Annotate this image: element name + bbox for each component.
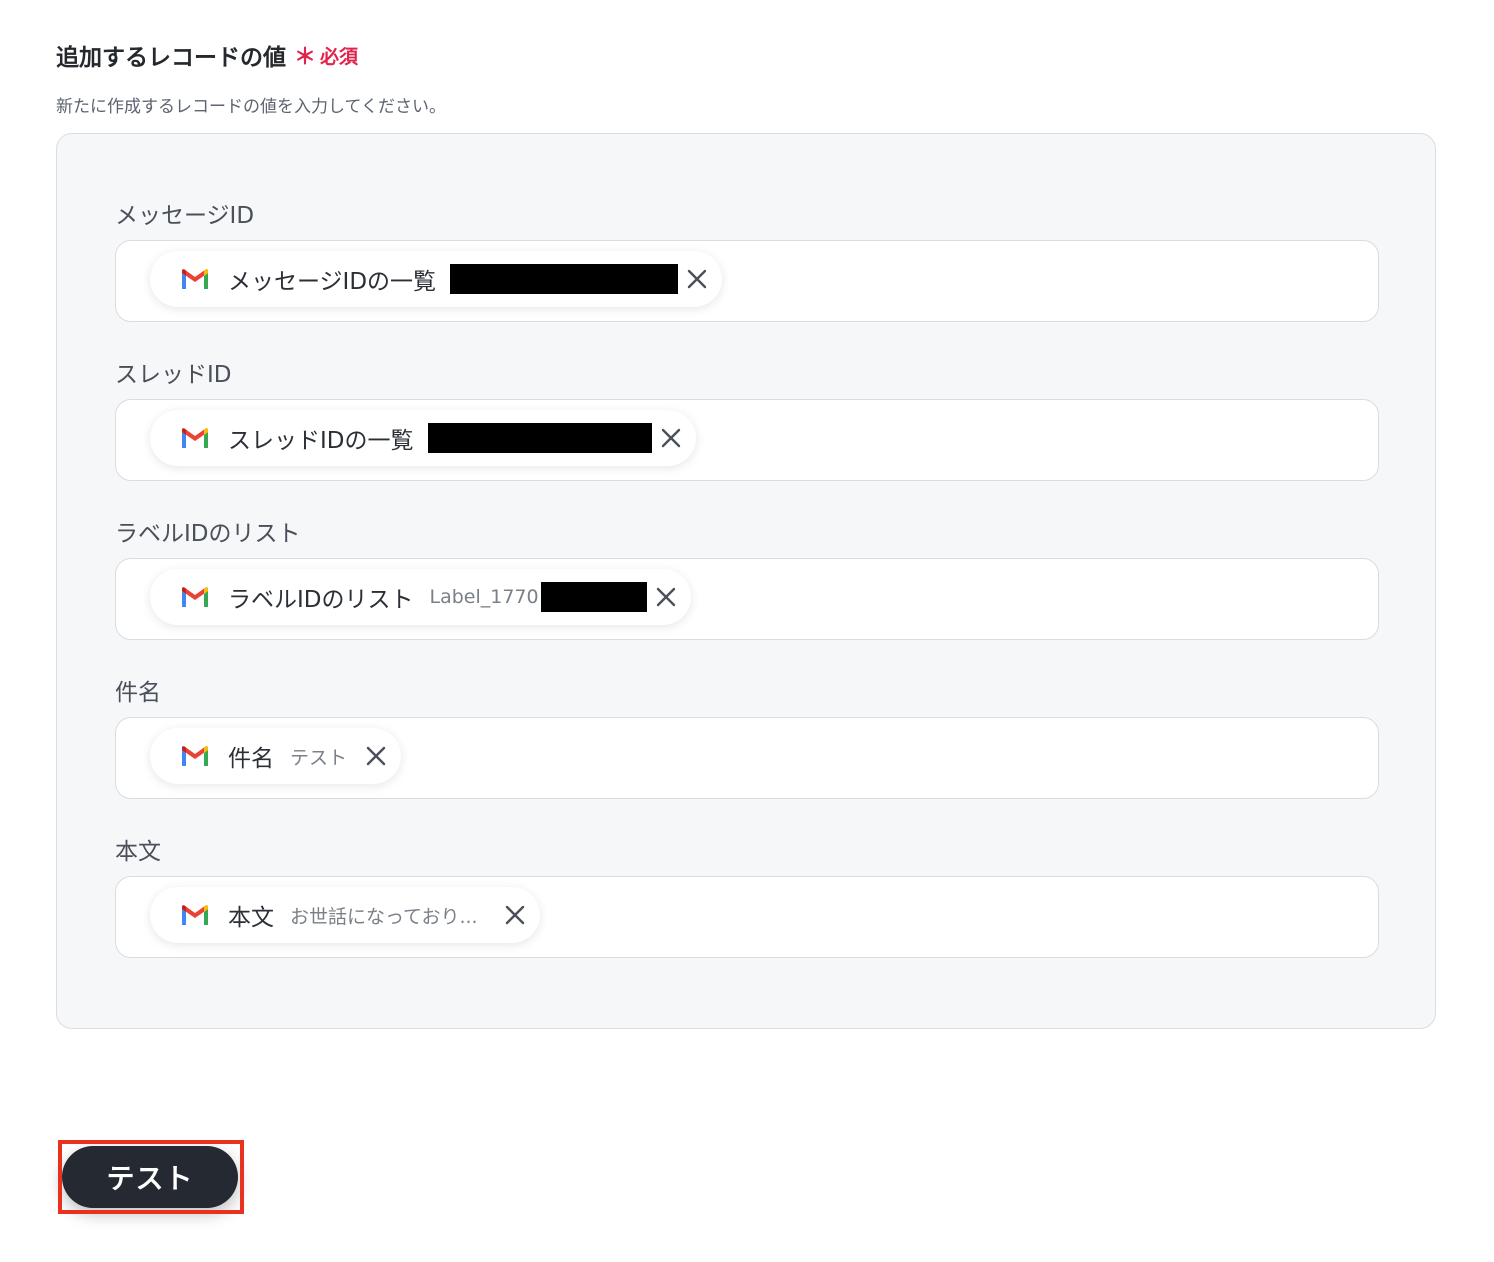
- highlight-box: [58, 1140, 244, 1214]
- field-label-body: 本文: [115, 839, 161, 865]
- field-label-label-ids: ラベルIDのリスト: [115, 521, 301, 547]
- chip-name: ラベルIDのリスト: [228, 587, 414, 613]
- close-icon[interactable]: [660, 427, 682, 449]
- gmail-icon: [182, 905, 208, 925]
- close-icon[interactable]: [686, 268, 708, 290]
- field-label-thread-id: スレッドID: [115, 362, 232, 388]
- variable-chip[interactable]: ラベルIDのリスト Label_1770: [150, 569, 691, 625]
- field-input-message-id[interactable]: メッセージIDの一覧: [115, 240, 1379, 322]
- field-label-message-id: メッセージID: [115, 203, 255, 229]
- required-label: 必須: [320, 45, 359, 68]
- section-description: 新たに作成するレコードの値を入力してください。: [56, 97, 446, 117]
- record-values-panel: メッセージID メッセージIDの一覧 スレッドID スレッドIDの一覧 ラベルI…: [56, 133, 1436, 1029]
- close-icon[interactable]: [504, 904, 526, 926]
- close-icon[interactable]: [365, 745, 387, 767]
- field-input-thread-id[interactable]: スレッドIDの一覧: [115, 399, 1379, 481]
- chip-name: メッセージIDの一覧: [228, 269, 437, 295]
- redacted-value: [450, 264, 679, 294]
- close-icon[interactable]: [655, 586, 677, 608]
- chip-value: テスト: [290, 746, 348, 769]
- gmail-icon: [182, 587, 208, 607]
- redacted-value: [427, 423, 652, 453]
- section-title-text: 追加するレコードの値: [56, 45, 286, 71]
- variable-chip[interactable]: スレッドIDの一覧: [150, 410, 696, 466]
- variable-chip[interactable]: メッセージIDの一覧: [150, 251, 723, 307]
- gmail-icon: [182, 746, 208, 766]
- field-label-subject: 件名: [115, 680, 161, 706]
- required-star: ＊: [294, 45, 317, 70]
- field-input-subject[interactable]: 件名 テスト: [115, 717, 1379, 799]
- variable-chip[interactable]: 本文 お世話になっており...: [150, 887, 540, 943]
- gmail-icon: [182, 269, 208, 289]
- gmail-icon: [182, 428, 208, 448]
- chip-name: 件名: [228, 746, 274, 772]
- field-input-label-ids[interactable]: ラベルIDのリスト Label_1770: [115, 558, 1379, 640]
- chip-value: お世話になっており...: [290, 905, 478, 928]
- field-input-body[interactable]: 本文 お世話になっており...: [115, 876, 1379, 958]
- variable-chip[interactable]: 件名 テスト: [150, 728, 402, 784]
- redacted-value: [540, 582, 647, 612]
- chip-name: スレッドIDの一覧: [228, 428, 414, 454]
- chip-value: Label_1770: [429, 586, 539, 608]
- section-title: 追加するレコードの値 ＊ 必須: [56, 38, 358, 72]
- chip-name: 本文: [228, 905, 274, 931]
